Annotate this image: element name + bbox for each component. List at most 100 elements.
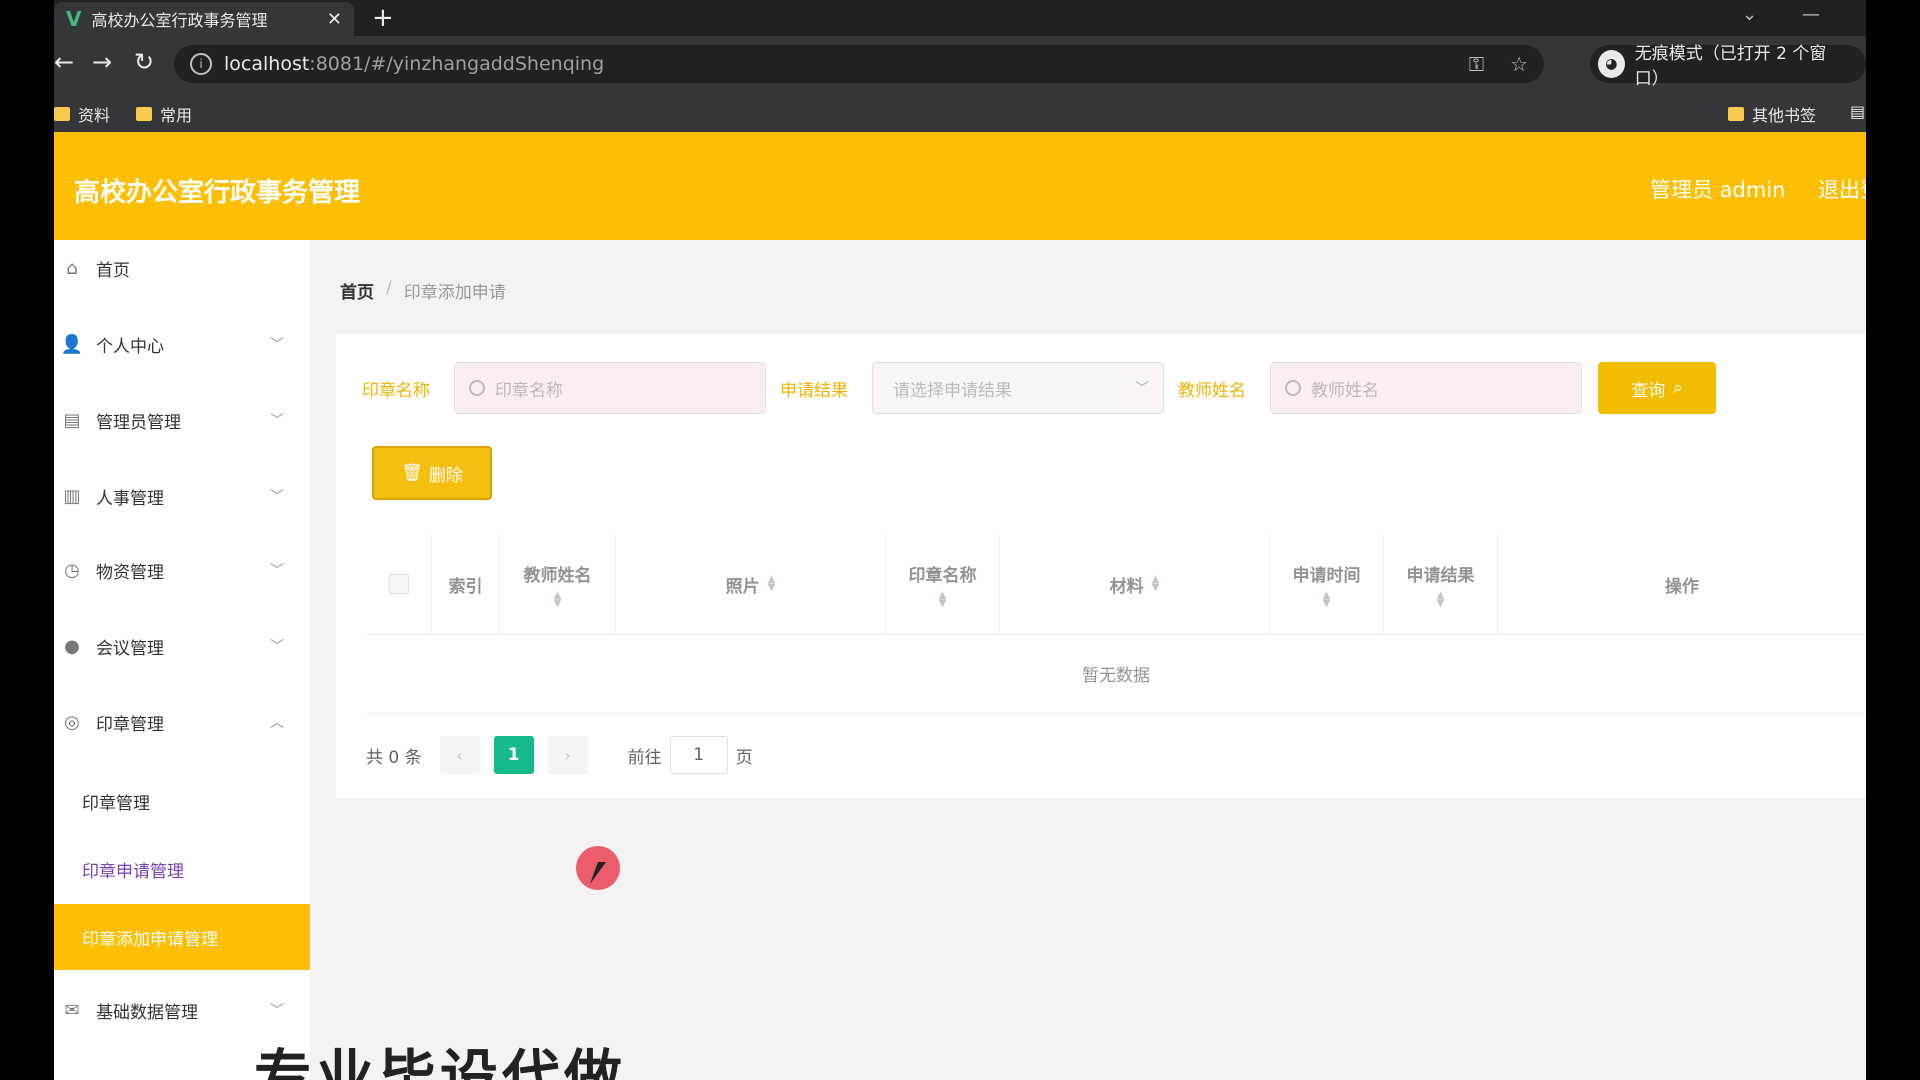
column-header[interactable]: 申请时间 ▲ ▼ bbox=[1270, 534, 1384, 634]
search-icon: ⌕ bbox=[1673, 378, 1683, 398]
query-button[interactable]: 查询 ⌕ bbox=[1598, 362, 1716, 414]
folder-icon bbox=[136, 107, 152, 121]
sort-icon[interactable]: ▲ ▼ bbox=[939, 590, 947, 608]
page-suffix: 页 bbox=[735, 747, 753, 768]
page-number-current[interactable]: 1 bbox=[493, 736, 534, 774]
trash-icon: 🗑 bbox=[401, 463, 423, 483]
bookmark-folder[interactable]: 常用 bbox=[136, 102, 192, 126]
tab-close-icon[interactable]: ✕ bbox=[327, 9, 342, 30]
browser-tab[interactable]: V 高校办公室行政事务管理 ✕ bbox=[54, 2, 354, 36]
seal-name-input[interactable]: 印章名称 bbox=[454, 362, 766, 414]
new-tab-button[interactable]: + bbox=[372, 3, 394, 33]
screen: V 高校办公室行政事务管理 ✕ + ⌄ — ← → ↻ i localhost … bbox=[54, 0, 1866, 1080]
column-header[interactable]: 材料 ▲ ▼ bbox=[1000, 534, 1270, 634]
url-input[interactable]: i localhost :8081/#/yinzhangaddShenqing … bbox=[174, 45, 1544, 83]
minimize-icon[interactable]: — bbox=[1802, 4, 1820, 25]
delete-button[interactable]: 🗑 删除 bbox=[372, 446, 492, 500]
mail-icon: ✉ bbox=[64, 999, 80, 1021]
other-bookmarks[interactable]: 其他书签 bbox=[1728, 102, 1816, 126]
stamp-icon: ◎ bbox=[64, 711, 80, 733]
chevron-down-icon: ﹀ bbox=[270, 639, 284, 655]
reading-list-icon[interactable]: ▤ bbox=[1850, 102, 1865, 121]
sort-icon[interactable]: ▲ ▼ bbox=[768, 575, 776, 593]
browser-tab-bar: V 高校办公室行政事务管理 ✕ + ⌄ — bbox=[54, 0, 1866, 36]
logout-link[interactable]: 退出登录 bbox=[1818, 174, 1866, 204]
sidebar-item-meetings[interactable]: ● 会议管理 ﹀ bbox=[54, 618, 310, 674]
sidebar-item-profile[interactable]: 👤 个人中心 ﹀ bbox=[54, 316, 310, 372]
sort-icon[interactable]: ▲ ▼ bbox=[554, 590, 562, 608]
teacher-name-input[interactable]: 教师姓名 bbox=[1270, 362, 1582, 414]
search-icon bbox=[1285, 380, 1301, 396]
prev-page-button[interactable]: ‹ bbox=[439, 736, 480, 774]
card-icon: ▤ bbox=[63, 409, 81, 431]
sort-icon[interactable]: ▲ ▼ bbox=[1323, 590, 1331, 608]
column-header[interactable]: 照片 ▲ ▼ bbox=[616, 534, 886, 634]
tab-title: 高校办公室行政事务管理 bbox=[91, 11, 268, 30]
app-title: 高校办公室行政事务管理 bbox=[74, 178, 361, 208]
column-header: 索引 bbox=[432, 534, 500, 634]
column-header[interactable]: 申请结果 ▲ ▼ bbox=[1384, 534, 1498, 634]
chevron-down-icon: ﹀ bbox=[270, 489, 284, 505]
search-icon bbox=[469, 380, 485, 396]
chevron-down-icon: ﹀ bbox=[270, 413, 284, 429]
goto-label: 前往 bbox=[627, 747, 662, 768]
breadcrumb-home[interactable]: 首页 bbox=[340, 278, 374, 303]
back-icon[interactable]: ← bbox=[54, 48, 74, 76]
folder-icon bbox=[54, 107, 70, 121]
reload-icon[interactable]: ↻ bbox=[134, 48, 154, 76]
chevron-down-icon: ﹀ bbox=[1135, 381, 1149, 397]
tab-search-icon[interactable]: ⌄ bbox=[1742, 4, 1757, 25]
password-key-icon[interactable]: ⚿ bbox=[1469, 52, 1484, 76]
sidebar-item-seals[interactable]: ◎ 印章管理 ︿ bbox=[54, 694, 310, 750]
column-header[interactable]: 印章名称 ▲ ▼ bbox=[886, 534, 1000, 634]
seal-name-label: 印章名称 bbox=[362, 381, 430, 401]
select-all-cell bbox=[366, 534, 432, 634]
breadcrumb: 首页 / 印章添加申请 bbox=[340, 278, 506, 303]
site-info-icon[interactable]: i bbox=[190, 53, 212, 75]
chevron-down-icon: ﹀ bbox=[270, 1003, 284, 1019]
user-icon: 👤 bbox=[60, 333, 84, 355]
address-bar-row: ← → ↻ i localhost :8081/#/yinzhangaddShe… bbox=[54, 36, 1866, 92]
sidebar-item-personnel[interactable]: ▥ 人事管理 ﹀ bbox=[54, 468, 310, 524]
bookmark-star-icon[interactable]: ☆ bbox=[1510, 52, 1528, 76]
breadcrumb-current: 印章添加申请 bbox=[403, 283, 506, 303]
book-icon: ▥ bbox=[63, 485, 81, 507]
result-label: 申请结果 bbox=[780, 381, 848, 401]
next-page-button[interactable]: › bbox=[547, 736, 588, 774]
sidebar-subitem-seal-manage[interactable]: 印章管理 bbox=[54, 768, 310, 834]
app-header: 高校办公室行政事务管理 管理员 admin 退出登录 bbox=[54, 132, 1866, 240]
main-content: 首页 / 印章添加申请 印章名称 印章名称 申请结果 请选择申请结果 ﹀ 教师姓… bbox=[310, 240, 1866, 1080]
chevron-down-icon: ﹀ bbox=[270, 563, 284, 579]
list-panel: 印章名称 印章名称 申请结果 请选择申请结果 ﹀ 教师姓名 教师姓名 查询 ⌕ … bbox=[336, 334, 1866, 798]
url-host: localhost bbox=[224, 53, 310, 75]
forward-icon[interactable]: → bbox=[92, 48, 112, 76]
sidebar-item-admins[interactable]: ▤ 管理员管理 ﹀ bbox=[54, 392, 310, 448]
goto-page-input[interactable]: 1 bbox=[669, 736, 728, 774]
sidebar-item-home[interactable]: ⌂ 首页 bbox=[54, 240, 310, 296]
sidebar-subitem-seal-apply[interactable]: 印章申请管理 bbox=[54, 836, 310, 902]
current-user: 管理员 admin bbox=[1650, 178, 1786, 202]
total-count: 共 0 条 bbox=[366, 747, 422, 768]
select-all-checkbox[interactable] bbox=[388, 574, 409, 594]
sidebar-subitem-seal-add-apply[interactable]: 印章添加申请管理 bbox=[54, 904, 310, 970]
chevron-up-icon: ︿ bbox=[270, 715, 284, 731]
sort-icon[interactable]: ▲ ▼ bbox=[1437, 590, 1445, 608]
compass-icon: ◷ bbox=[64, 559, 80, 581]
empty-state: 暂无数据 bbox=[366, 634, 1866, 714]
breadcrumb-separator: / bbox=[386, 278, 392, 298]
vue-logo-icon: V bbox=[66, 7, 82, 31]
folder-icon bbox=[1728, 107, 1744, 121]
bookmarks-bar: 资料 常用 其他书签 ▤ bbox=[54, 92, 1866, 132]
sidebar-item-supplies[interactable]: ◷ 物资管理 ﹀ bbox=[54, 542, 310, 598]
column-header: 操作 bbox=[1665, 576, 1699, 597]
sidebar: ⌂ 首页 👤 个人中心 ﹀ ▤ 管理员管理 ﹀ ▥ 人事管理 ﹀ ◷ 物资管理 … bbox=[54, 240, 310, 1080]
column-header[interactable]: 教师姓名 ▲ ▼ bbox=[500, 534, 616, 634]
bulb-icon: ● bbox=[64, 635, 80, 657]
result-select[interactable]: 请选择申请结果 ﹀ bbox=[872, 362, 1164, 414]
home-icon: ⌂ bbox=[66, 257, 78, 279]
bookmark-folder[interactable]: 资料 bbox=[54, 102, 110, 126]
url-path: :8081/#/yinzhangaddShenqing bbox=[309, 53, 605, 75]
incognito-badge[interactable]: ◕ 无痕模式（已打开 2 个窗口） bbox=[1590, 44, 1866, 89]
incognito-icon: ◕ bbox=[1598, 50, 1625, 78]
sort-icon[interactable]: ▲ ▼ bbox=[1152, 575, 1160, 593]
